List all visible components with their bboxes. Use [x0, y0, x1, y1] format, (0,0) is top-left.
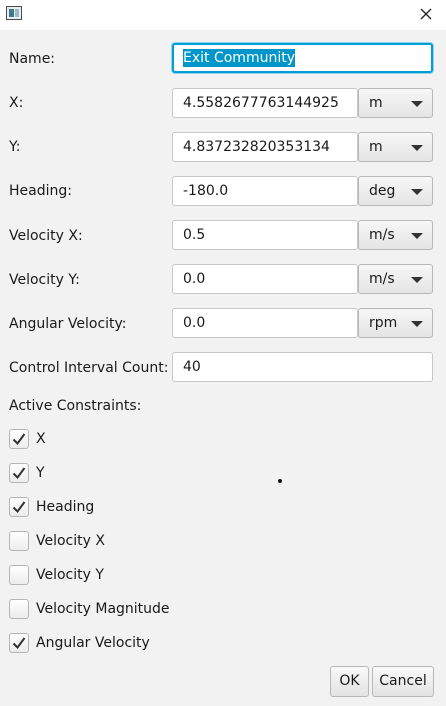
- chevron-down-icon: [411, 101, 423, 107]
- constraint-velocity-y-checkbox[interactable]: Velocity Y: [9, 563, 104, 587]
- chevron-down-icon: [411, 321, 423, 327]
- velocity-x-unit-value: m/s: [369, 227, 395, 243]
- y-unit-value: m: [369, 139, 383, 155]
- velocity-x-unit-select[interactable]: m/s: [358, 220, 433, 250]
- y-field[interactable]: 4.837232820353134: [172, 132, 358, 162]
- heading-unit-select[interactable]: deg: [358, 176, 433, 206]
- active-constraints-label: Active Constraints:: [9, 398, 142, 414]
- constraint-heading-checkbox[interactable]: Heading: [9, 495, 94, 519]
- control-interval-count-label: Control Interval Count:: [9, 360, 169, 376]
- velocity-x-label: Velocity X:: [9, 228, 83, 244]
- constraint-velocity-x-label: Velocity X: [36, 533, 105, 549]
- constraint-angular-velocity-label: Angular Velocity: [36, 635, 150, 651]
- name-value: Exit Community: [183, 49, 295, 67]
- velocity-y-label: Velocity Y:: [9, 272, 80, 288]
- constraint-velocity-x-checkbox[interactable]: Velocity X: [9, 529, 105, 553]
- heading-unit-value: deg: [369, 183, 396, 199]
- name-label: Name:: [9, 51, 56, 67]
- constraint-heading-label: Heading: [36, 499, 95, 515]
- app-window-icon: [6, 6, 22, 20]
- angular-velocity-label: Angular Velocity:: [9, 316, 127, 332]
- constraint-x-label: X: [36, 431, 46, 447]
- angular-velocity-unit-select[interactable]: rpm: [358, 308, 433, 338]
- chevron-down-icon: [411, 189, 423, 195]
- constraint-x-checkbox[interactable]: X: [9, 427, 46, 451]
- name-field[interactable]: Exit Community: [172, 43, 433, 73]
- constraint-angular-velocity-checkbox[interactable]: Angular Velocity: [9, 631, 150, 655]
- velocity-y-unit-select[interactable]: m/s: [358, 264, 433, 294]
- checkmark-icon: [12, 433, 26, 446]
- constraint-velocity-magnitude-label: Velocity Magnitude: [36, 601, 170, 617]
- checkbox-box[interactable]: [9, 497, 29, 517]
- heading-label: Heading:: [9, 183, 72, 199]
- checkmark-icon: [12, 467, 26, 480]
- chevron-down-icon: [411, 145, 423, 151]
- constraint-y-label: Y: [36, 465, 45, 481]
- checkbox-box[interactable]: [9, 599, 29, 619]
- checkmark-icon: [12, 501, 26, 514]
- x-unit-select[interactable]: m: [358, 88, 433, 118]
- checkbox-box[interactable]: [9, 565, 29, 585]
- x-label: X:: [9, 95, 24, 111]
- x-unit-value: m: [369, 95, 383, 111]
- constraint-velocity-magnitude-checkbox[interactable]: Velocity Magnitude: [9, 597, 170, 621]
- x-field[interactable]: 4.5582677763144925: [172, 88, 358, 118]
- cancel-button[interactable]: Cancel: [372, 666, 434, 697]
- y-label: Y:: [9, 139, 21, 155]
- chevron-down-icon: [411, 233, 423, 239]
- angular-velocity-field[interactable]: 0.0: [172, 308, 358, 338]
- angular-velocity-unit-value: rpm: [369, 315, 398, 331]
- title-bar: [0, 0, 446, 30]
- constraint-velocity-y-label: Velocity Y: [36, 567, 104, 583]
- checkmark-icon: [12, 637, 26, 650]
- checkbox-box[interactable]: [9, 531, 29, 551]
- mouse-cursor-dot: [278, 479, 282, 483]
- heading-field[interactable]: -180.0: [172, 176, 358, 206]
- checkbox-box[interactable]: [9, 429, 29, 449]
- velocity-y-unit-value: m/s: [369, 271, 395, 287]
- constraint-y-checkbox[interactable]: Y: [9, 461, 45, 485]
- ok-button[interactable]: OK: [330, 666, 369, 697]
- y-unit-select[interactable]: m: [358, 132, 433, 162]
- chevron-down-icon: [411, 277, 423, 283]
- close-icon: [420, 8, 432, 20]
- velocity-x-field[interactable]: 0.5: [172, 220, 358, 250]
- checkbox-box[interactable]: [9, 633, 29, 653]
- velocity-y-field[interactable]: 0.0: [172, 264, 358, 294]
- control-interval-count-field[interactable]: 40: [172, 352, 433, 382]
- close-button[interactable]: [412, 2, 440, 26]
- checkbox-box[interactable]: [9, 463, 29, 483]
